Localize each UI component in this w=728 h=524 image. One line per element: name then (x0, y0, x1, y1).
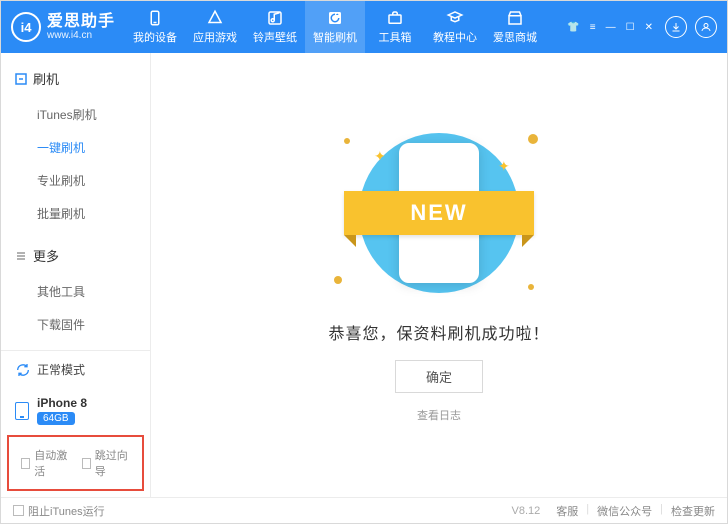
nav-label: 智能刷机 (313, 29, 357, 45)
sidebar-bottom: 正常模式 iPhone 8 64GB 自动激活 (1, 350, 150, 497)
apps-icon (206, 9, 224, 27)
window-controls: 👕 ≡ — ☐ ✕ (565, 20, 655, 35)
checkbox-icon (21, 458, 30, 469)
nav-label: 教程中心 (433, 29, 477, 45)
checkbox-icon (82, 458, 91, 469)
device-name: iPhone 8 (37, 396, 87, 410)
ok-button[interactable]: 确定 (395, 360, 483, 393)
maximize-icon[interactable]: ☐ (624, 20, 637, 35)
version-label: V8.12 (512, 505, 541, 517)
refresh-icon (326, 9, 344, 27)
logo-icon: i4 (11, 12, 41, 42)
checkbox-label: 阻止iTunes运行 (28, 503, 105, 519)
nav-label: 铃声壁纸 (253, 29, 297, 45)
sidebar-group-more[interactable]: 更多 (1, 240, 150, 271)
sidebar-item-download-firmware[interactable]: 下载固件 (1, 308, 150, 341)
sidebar-group-flash[interactable]: 刷机 (1, 63, 150, 94)
main-content: ✦ ✦ NEW 恭喜您，保资料刷机成功啦！ 确定 查看日志 (151, 53, 727, 497)
sidebar-item-pro-flash[interactable]: 专业刷机 (1, 164, 150, 197)
store-icon (506, 9, 524, 27)
group-title: 刷机 (33, 69, 59, 88)
toolbox-icon (386, 9, 404, 27)
checkbox-icon (13, 505, 24, 516)
sidebar-item-other-tools[interactable]: 其他工具 (1, 275, 150, 308)
checkbox-auto-activate[interactable]: 自动激活 (21, 447, 70, 479)
sidebar-item-itunes-flash[interactable]: iTunes刷机 (1, 98, 150, 131)
nav-flash[interactable]: 智能刷机 (305, 1, 365, 53)
phone-icon (146, 9, 164, 27)
nav-label: 爱思商城 (493, 29, 537, 45)
sidebar-item-batch-flash[interactable]: 批量刷机 (1, 197, 150, 230)
collapse-icon (15, 250, 27, 262)
storage-badge: 64GB (37, 412, 75, 425)
minimize-icon[interactable]: — (604, 20, 618, 35)
checkbox-label: 自动激活 (34, 447, 69, 479)
footer-link-support[interactable]: 客服 (556, 503, 578, 519)
app-logo[interactable]: i4 爱思助手 www.i4.cn (11, 12, 115, 42)
footer-link-wechat[interactable]: 微信公众号 (597, 503, 652, 519)
nav-label: 我的设备 (133, 29, 177, 45)
sidebar-item-advanced[interactable]: 高级功能 (1, 341, 150, 350)
refresh-icon (15, 362, 31, 378)
group-title: 更多 (33, 246, 59, 265)
footer-link-update[interactable]: 检查更新 (671, 503, 715, 519)
nav-toolbox[interactable]: 工具箱 (365, 1, 425, 53)
nav-media[interactable]: 铃声壁纸 (245, 1, 305, 53)
success-illustration: ✦ ✦ NEW (334, 128, 544, 298)
nav-store[interactable]: 爱思商城 (485, 1, 545, 53)
view-log-link[interactable]: 查看日志 (417, 407, 461, 423)
tutorial-icon (446, 9, 464, 27)
user-icon[interactable] (695, 16, 717, 38)
footer-links: 客服 | 微信公众号 | 检查更新 (556, 503, 715, 519)
checkbox-label: 跳过向导 (95, 447, 130, 479)
download-icon[interactable] (665, 16, 687, 38)
nav-apps[interactable]: 应用游戏 (185, 1, 245, 53)
sidebar: 刷机 iTunes刷机 一键刷机 专业刷机 批量刷机 更多 其他工具 下载固件 (1, 53, 151, 497)
checkbox-skip-guide[interactable]: 跳过向导 (82, 447, 131, 479)
new-ribbon: NEW (344, 191, 534, 235)
app-header: i4 爱思助手 www.i4.cn 我的设备 应用游戏 (1, 1, 727, 53)
nav-label: 工具箱 (379, 29, 412, 45)
status-bar: 阻止iTunes运行 V8.12 客服 | 微信公众号 | 检查更新 (1, 497, 727, 523)
media-icon (266, 9, 284, 27)
header-actions (665, 16, 717, 38)
checkbox-block-itunes[interactable]: 阻止iTunes运行 (13, 503, 105, 519)
skin-icon[interactable]: 👕 (565, 20, 581, 35)
sparkle-icon: ✦ (374, 148, 384, 158)
device-mode[interactable]: 正常模式 (1, 351, 150, 388)
nav-my-device[interactable]: 我的设备 (125, 1, 185, 53)
mode-label: 正常模式 (37, 361, 85, 378)
app-body: 刷机 iTunes刷机 一键刷机 专业刷机 批量刷机 更多 其他工具 下载固件 (1, 53, 727, 497)
nav-tutorial[interactable]: 教程中心 (425, 1, 485, 53)
success-message: 恭喜您，保资料刷机成功啦！ (328, 320, 549, 344)
menu-icon[interactable]: ≡ (588, 20, 598, 35)
app-title: 爱思助手 (47, 13, 115, 31)
app-window: i4 爱思助手 www.i4.cn 我的设备 应用游戏 (0, 0, 728, 524)
app-subtitle: www.i4.cn (47, 30, 115, 41)
top-nav: 我的设备 应用游戏 铃声壁纸 智能刷机 (125, 1, 545, 53)
nav-label: 应用游戏 (193, 29, 237, 45)
device-info[interactable]: iPhone 8 64GB (1, 388, 150, 433)
flash-options-highlighted: 自动激活 跳过向导 (7, 435, 144, 491)
close-icon[interactable]: ✕ (643, 20, 655, 35)
device-icon (15, 402, 29, 420)
collapse-icon (15, 73, 27, 85)
sparkle-icon: ✦ (498, 158, 508, 168)
sidebar-item-oneclick-flash[interactable]: 一键刷机 (1, 131, 150, 164)
